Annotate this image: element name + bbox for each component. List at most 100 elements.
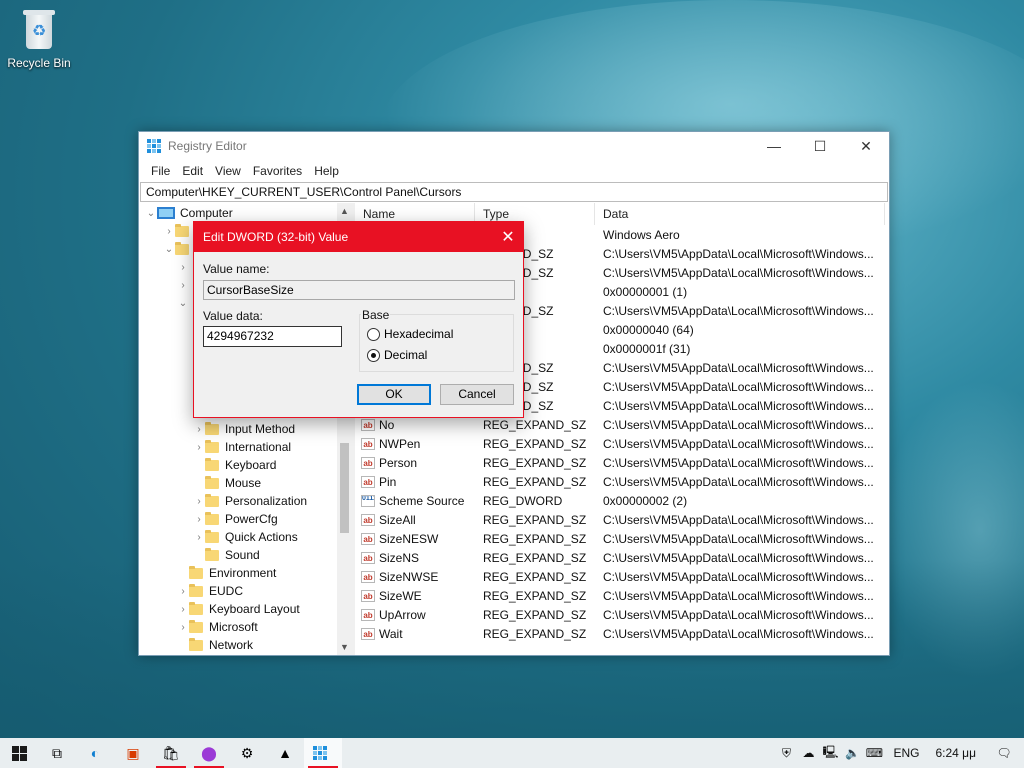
maximize-button[interactable]: ☐ (797, 132, 843, 160)
menu-file[interactable]: File (145, 164, 176, 178)
tree-item-personalization[interactable]: › Personalization (193, 492, 307, 510)
tree-item-collapsed[interactable]: › (177, 258, 189, 276)
base-label: Base (361, 308, 391, 322)
dialog-title-bar[interactable]: Edit DWORD (32-bit) Value ✕ (194, 222, 523, 252)
tree-item-keyboard[interactable]: Keyboard (193, 456, 276, 474)
address-bar[interactable]: Computer\HKEY_CURRENT_USER\Control Panel… (140, 182, 888, 202)
table-row[interactable]: ab Person REG_EXPAND_SZ C:\Users\VM5\AppDat… (355, 453, 885, 472)
tree-item-input-method[interactable]: › Input Method (193, 420, 295, 438)
string-value-icon: ab (361, 532, 375, 545)
menu-view[interactable]: View (209, 164, 247, 178)
scroll-down-icon[interactable]: ▼ (340, 642, 349, 652)
title-bar[interactable]: Registry Editor — ☐ ✕ (139, 132, 889, 160)
table-row[interactable]: ab SizeWE REG_EXPAND_SZ C:\Users\VM5\AppDat… (355, 586, 885, 605)
scroll-up-icon[interactable]: ▲ (340, 206, 349, 216)
string-value-icon: ab (361, 456, 375, 469)
value-data: 0x0000001f (31) (603, 341, 691, 356)
table-row[interactable]: ab SizeNWSE REG_EXPAND_SZ C:\Users\VM5\AppD… (355, 567, 885, 586)
value-data: C:\Users\VM5\AppData\Local\Microsoft\Win… (603, 398, 874, 413)
minimize-button[interactable]: — (751, 132, 797, 160)
chevron-right-icon[interactable]: › (193, 424, 205, 435)
hexadecimal-radio[interactable]: Hexadecimal (367, 326, 453, 342)
tree-item-network[interactable]: Network (177, 636, 253, 654)
value-name: SizeWE (379, 588, 422, 603)
chevron-right-icon[interactable]: › (193, 496, 205, 507)
chevron-right-icon[interactable]: › (177, 604, 189, 615)
chevron-right-icon[interactable]: › (193, 442, 205, 453)
radio-button[interactable] (367, 327, 380, 341)
tree-item-quick-actions[interactable]: › Quick Actions (193, 528, 298, 546)
table-row[interactable]: ab Wait REG_EXPAND_SZ C:\Users\VM5\AppData\… (355, 624, 885, 643)
volume-icon[interactable]: 🔈 (841, 746, 863, 760)
recycle-bin-desktop-icon[interactable]: ♻ Recycle Bin (4, 6, 74, 70)
security-shield-icon[interactable]: ⛨ (775, 746, 797, 761)
keyboard-icon[interactable]: ⌨ (863, 746, 885, 760)
value-type: REG_EXPAND_SZ (483, 626, 587, 641)
folder-icon (205, 457, 219, 471)
tree-item-collapsed[interactable]: › (163, 222, 195, 240)
table-row[interactable]: ab UpArrow REG_EXPAND_SZ C:\Users\VM5\AppDa… (355, 605, 885, 624)
value-data: C:\Users\VM5\AppData\Local\Microsoft\Win… (603, 550, 874, 565)
chevron-right-icon[interactable]: › (177, 262, 189, 273)
tree-item-microsoft[interactable]: › Microsoft (177, 618, 258, 636)
table-row[interactable]: ab SizeNESW REG_EXPAND_SZ C:\Users\VM5\AppD… (355, 529, 885, 548)
chevron-right-icon[interactable]: › (163, 226, 175, 237)
office-icon[interactable]: ▣ (114, 738, 152, 768)
close-button[interactable]: ✕ (843, 132, 889, 160)
tree-item-powercfg[interactable]: › PowerCfg (193, 510, 278, 528)
table-row[interactable]: 011110 Scheme Source REG_DWORD 0x00000002 (… (355, 491, 885, 510)
chevron-down-icon[interactable]: ⌄ (163, 244, 175, 255)
value-type: REG_EXPAND_SZ (483, 436, 587, 451)
tree-item-mouse[interactable]: Mouse (193, 474, 261, 492)
cloud-icon[interactable]: ☁ (797, 746, 819, 760)
photos-icon[interactable]: ▲ (266, 738, 304, 768)
language-indicator[interactable]: ENG (885, 746, 927, 760)
tree-item-eudc[interactable]: › EUDC (177, 582, 243, 600)
radio-button-checked[interactable] (367, 348, 380, 362)
chevron-right-icon[interactable]: › (193, 532, 205, 543)
table-row[interactable]: ab Pin REG_EXPAND_SZ C:\Users\VM5\AppData\L… (355, 472, 885, 491)
dialog-close-icon[interactable]: ✕ (493, 227, 523, 247)
tree-item-keyboard-layout[interactable]: › Keyboard Layout (177, 600, 300, 618)
registry-editor-taskbar-icon[interactable] (304, 738, 342, 768)
tree-item-collapsed[interactable]: › (177, 276, 189, 294)
string-value-icon: ab (361, 589, 375, 602)
store-icon[interactable]: 🛍 (152, 738, 190, 768)
table-row[interactable]: ab SizeNS REG_EXPAND_SZ C:\Users\VM5\AppDat… (355, 548, 885, 567)
scroll-thumb[interactable] (340, 443, 349, 533)
maps-icon[interactable]: ⬤ (190, 738, 228, 768)
tree-item-expanded[interactable]: ⌄ (177, 294, 189, 312)
edge-browser-icon[interactable]: ◐ (76, 738, 114, 768)
chevron-right-icon[interactable]: › (177, 622, 189, 633)
tree-item-environment[interactable]: Environment (177, 564, 276, 582)
network-icon[interactable]: 🖳 (819, 743, 841, 764)
menu-favorites[interactable]: Favorites (247, 164, 308, 178)
chevron-down-icon[interactable]: ⌄ (177, 298, 189, 309)
table-row[interactable]: ab NWPen REG_EXPAND_SZ C:\Users\VM5\AppData… (355, 434, 885, 453)
table-row[interactable]: ab SizeAll REG_EXPAND_SZ C:\Users\VM5\AppDa… (355, 510, 885, 529)
value-type: REG_EXPAND_SZ (483, 417, 587, 432)
tree-item-international[interactable]: › International (193, 438, 291, 456)
chevron-down-icon[interactable]: ⌄ (145, 208, 157, 219)
clock[interactable]: 6:24 μμ (927, 746, 984, 760)
settings-gear-icon[interactable]: ⚙ (228, 738, 266, 768)
task-view-icon[interactable]: ⧉ (38, 738, 76, 768)
chevron-right-icon[interactable]: › (193, 514, 205, 525)
computer-icon (157, 207, 175, 219)
start-button[interactable] (0, 738, 38, 768)
tree-item-label: Computer (180, 206, 233, 220)
menu-help[interactable]: Help (308, 164, 345, 178)
column-header-data[interactable]: Data (595, 203, 885, 225)
chevron-right-icon[interactable]: › (177, 586, 189, 597)
value-data-input[interactable]: 4294967232 (203, 326, 342, 347)
chevron-right-icon[interactable]: › (177, 280, 189, 291)
tree-item-sound[interactable]: Sound (193, 546, 260, 564)
tree-item-computer[interactable]: ⌄ Computer (145, 204, 233, 222)
menu-edit[interactable]: Edit (176, 164, 209, 178)
decimal-radio[interactable]: Decimal (367, 347, 427, 363)
notification-icon[interactable]: 🗨 (984, 746, 1024, 760)
cancel-button[interactable]: Cancel (440, 384, 514, 405)
ok-button[interactable]: OK (357, 384, 431, 405)
folder-icon (205, 511, 219, 525)
tree-item-expanded[interactable]: ⌄ (163, 240, 195, 258)
